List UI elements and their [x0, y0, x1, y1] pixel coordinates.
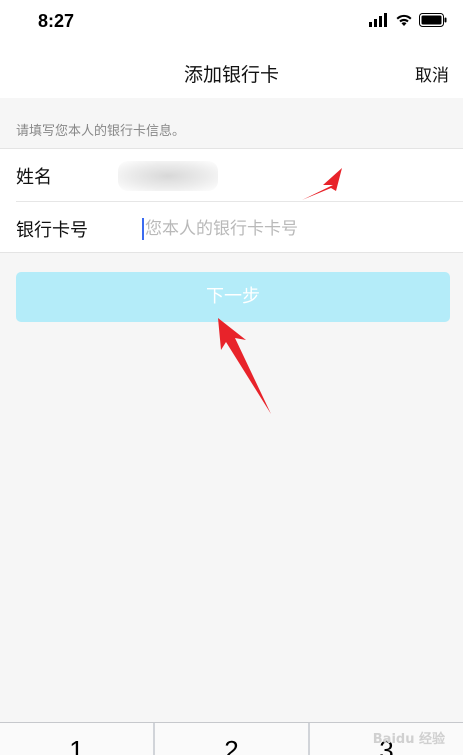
- watermark: Baidu 经验: [372, 732, 445, 747]
- name-value-blurred: [118, 161, 218, 191]
- nav-bar: 添加银行卡 取消: [0, 44, 463, 98]
- status-icons: [369, 13, 447, 27]
- cancel-button[interactable]: 取消: [415, 61, 449, 86]
- card-number-row[interactable]: 银行卡号: [16, 201, 463, 253]
- form-hint: 请填写您本人的银行卡信息。: [16, 124, 186, 139]
- keyboard-key-1[interactable]: 1: [0, 723, 153, 755]
- card-number-field[interactable]: [142, 214, 442, 244]
- status-bar: 8:27: [0, 0, 463, 44]
- card-number-input[interactable]: [145, 214, 435, 244]
- card-number-label: 银行卡号: [16, 220, 88, 241]
- cellular-signal-icon: [369, 13, 387, 27]
- status-time: 8:27: [38, 11, 75, 31]
- next-step-button[interactable]: 下一步: [16, 272, 450, 322]
- page-title: 添加银行卡: [183, 64, 279, 86]
- annotation-overlay: [218, 168, 342, 414]
- wifi-icon: [396, 14, 412, 26]
- keyboard-key-2[interactable]: 2: [155, 723, 308, 755]
- text-caret: [142, 218, 144, 240]
- name-label: 姓名: [16, 167, 52, 188]
- name-row: 姓名: [0, 149, 463, 201]
- battery-icon: [419, 13, 447, 27]
- card-form: 姓名 银行卡号: [0, 148, 463, 253]
- annotation-arrow-next-button: [218, 318, 271, 414]
